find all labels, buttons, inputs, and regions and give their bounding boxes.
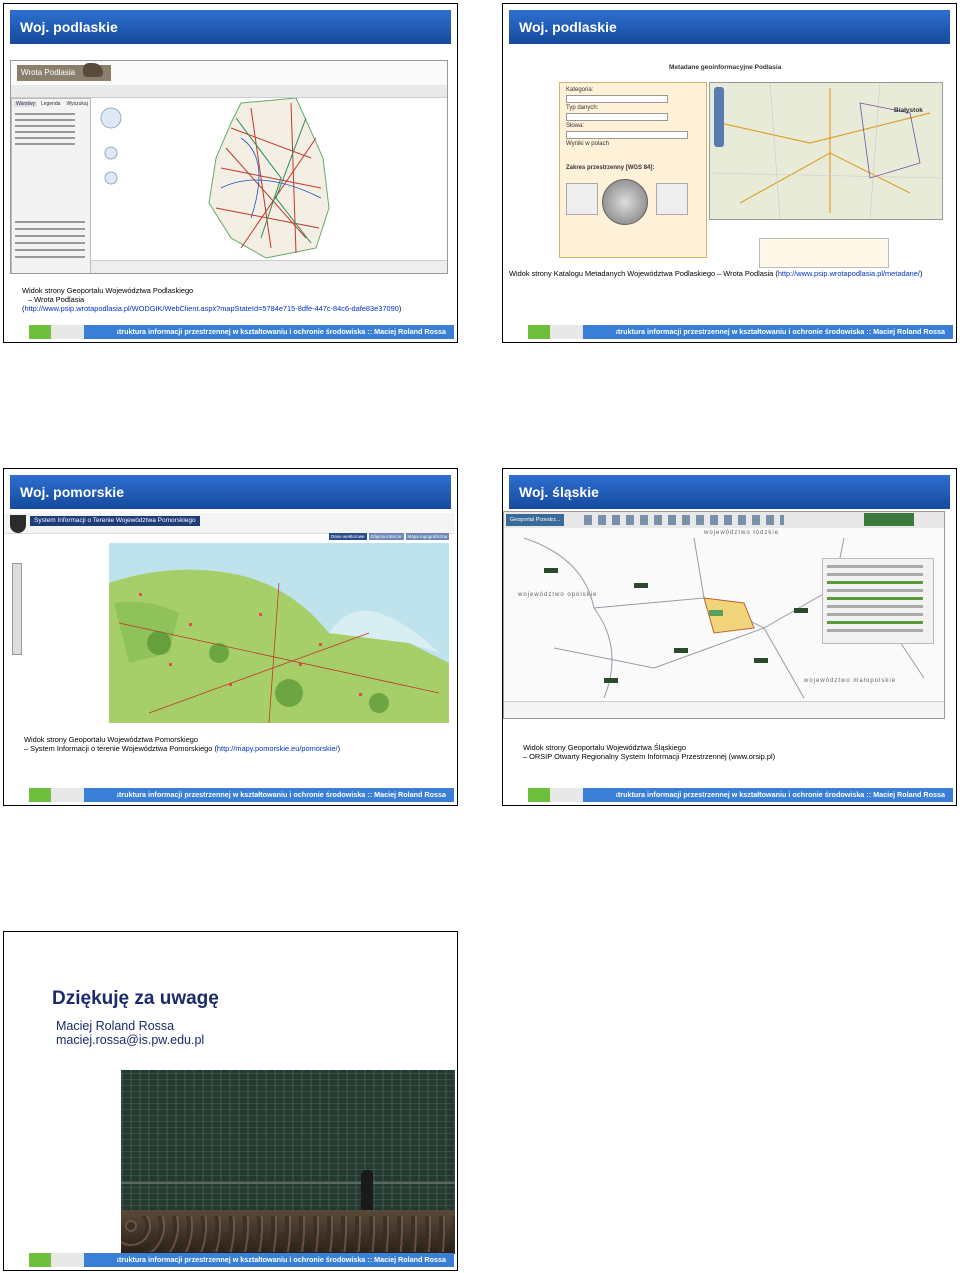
region-label: województwo małopolskie (804, 678, 897, 684)
slide-pomorskie: Woj. pomorskie System Informacji o Teren… (3, 468, 458, 806)
caption-paren: ) (398, 304, 402, 313)
slide-title: Woj. podlaskie (10, 10, 451, 44)
tab-aerial-photos[interactable]: Zdjęcia lotnicze (368, 533, 404, 540)
footer-logo (7, 1253, 117, 1267)
form-label: Wyniki w polach (566, 141, 609, 147)
metadata-catalog-screenshot: Metadane geoinformacyjne Podlasia Katego… (509, 60, 947, 268)
slide-footer: Infrastruktura informacji przestrzennej … (7, 325, 454, 339)
slide-title: Woj. podlaskie (509, 10, 950, 44)
tab-wyszukaj[interactable]: Wyszukaj (64, 101, 89, 107)
slide-podlaskie-geoportal: Woj. podlaskie Wrota Podlasia Warstwy Le… (3, 3, 458, 343)
slide-footer: Infrastruktura informacji przestrzennej … (7, 1253, 454, 1267)
slide-slaskie: Woj. śląskie Geoportal Przestrz... wojew… (502, 468, 957, 806)
data-type-select[interactable] (566, 113, 668, 121)
catalog-heading: Metadane geoinformacyjne Podlasia (669, 64, 782, 71)
slide-caption: Widok strony Geoportalu Województwa Podl… (22, 286, 452, 313)
pomorskie-screenshot: System Informacji o Terenie Województwa … (4, 513, 454, 723)
globe-icon (602, 179, 648, 225)
region-label: województwo łódzkie (704, 530, 780, 536)
lecturer-figure (361, 1170, 373, 1210)
tab-topo-map[interactable]: Mapa topograficzna (405, 533, 450, 540)
author-email: maciej.rossa@is.pw.edu.pl (56, 1033, 205, 1047)
author-name: Maciej Roland Rossa (56, 1019, 175, 1033)
footer-logo (7, 325, 117, 339)
caption-paren: ) (337, 744, 341, 753)
caption-line: – ORSIP Otwarty Regionalny System Inform… (523, 752, 776, 761)
slide-caption: Widok strony Geoportalu Województwa Pomo… (24, 735, 454, 753)
slide-caption: Widok strony Katalogu Metadanych Wojewód… (509, 269, 956, 278)
caption-paren: ) (919, 269, 923, 278)
thanks-heading: Dziękuję za uwagę (52, 988, 219, 1009)
geoportal-link[interactable]: http://www.psip.wrotapodlasia.pl/WODGIK/… (24, 304, 398, 313)
keywords-input[interactable] (566, 131, 688, 139)
pomorskie-map[interactable] (109, 543, 449, 723)
footer-text: Infrastruktura informacji przestrzennej … (99, 327, 446, 336)
footer-text: Infrastruktura informacji przestrzennej … (598, 327, 945, 336)
footer-text: Infrastruktura informacji przestrzennej … (598, 790, 945, 799)
catalog-map[interactable]: Białystok (709, 82, 943, 220)
caption-line: Widok strony Geoportalu Województwa Podl… (22, 286, 194, 295)
layer-tree-panel[interactable] (822, 558, 934, 644)
slide-caption: Widok strony Geoportalu Województwa Śląs… (523, 743, 953, 761)
zoom-slider[interactable] (12, 563, 22, 655)
slide-thanks: Dziękuję za uwagę Maciej Roland Rossa ma… (3, 931, 458, 1271)
map-canvas[interactable] (91, 98, 447, 261)
map-zoom-control[interactable] (714, 87, 724, 147)
orsip-screenshot: Geoportal Przestrz... województwo opolsk… (503, 511, 945, 719)
caption-text: Widok strony Katalogu Metadanych Wojewód… (509, 269, 778, 278)
tab-vector-data[interactable]: Dane wektorowe (329, 533, 367, 540)
layers-panel: Warstwy Legenda Wyszukaj (11, 98, 91, 273)
slide-title: Woj. śląskie (509, 475, 950, 509)
slide-title: Woj. pomorskie (10, 475, 451, 509)
sit-banner: System Informacji o Terenie Województwa … (30, 516, 200, 526)
slide-footer: Infrastruktura informacji przestrzennej … (7, 788, 454, 802)
footer-text: Infrastruktura informacji przestrzennej … (99, 1255, 446, 1264)
pomorskie-link[interactable]: http://mapy.pomorskie.eu/pomorskie/ (217, 744, 338, 753)
form-label: Zakres przestrzenny [WGS 84]: (566, 165, 655, 171)
category-select[interactable] (566, 95, 668, 103)
results-panel (759, 238, 889, 268)
footer-logo (506, 325, 616, 339)
form-label: Słowa: (566, 123, 585, 129)
caption-line: Widok strony Geoportalu Województwa Śląs… (523, 743, 686, 752)
tab-warstwy[interactable]: Warstwy (14, 101, 37, 107)
slide-footer: Infrastruktura informacji przestrzennej … (506, 788, 953, 802)
chalkboard-photo (121, 1070, 455, 1254)
tab-geoportal[interactable]: Geoportal Przestrz... (506, 514, 565, 526)
search-form: Kategoria: Typ danych: Słowa: Wyniki w p… (559, 82, 707, 258)
footer-logo (7, 788, 117, 802)
form-label: Kategoria: (566, 87, 594, 93)
orsip-logo (864, 513, 914, 526)
caption-text: – System Informacji o terenie Województw… (24, 744, 217, 753)
caption-line: Widok strony Geoportalu Województwa Pomo… (24, 735, 199, 744)
slide-footer: Infrastruktura informacji przestrzennej … (506, 325, 953, 339)
coat-of-arms-icon (10, 515, 26, 533)
toolbar-icons[interactable] (584, 515, 784, 525)
form-label: Typ danych: (566, 105, 599, 111)
geoportal-screenshot: Wrota Podlasia Warstwy Legenda Wyszukaj (10, 60, 448, 274)
tab-legenda[interactable]: Legenda (39, 101, 62, 107)
bison-icon (83, 63, 103, 77)
map-city-label: Białystok (894, 107, 923, 114)
region-label: województwo opolskie (518, 592, 598, 598)
caption-line: – Wrota Podlasia (28, 295, 85, 304)
footer-logo (506, 788, 616, 802)
slide-podlaskie-metadata: Woj. podlaskie Metadane geoinformacyjne … (502, 3, 957, 343)
footer-text: Infrastruktura informacji przestrzennej … (99, 790, 446, 799)
metadata-link[interactable]: http://www.psip.wrotapodlasia.pl/metadan… (778, 269, 920, 278)
